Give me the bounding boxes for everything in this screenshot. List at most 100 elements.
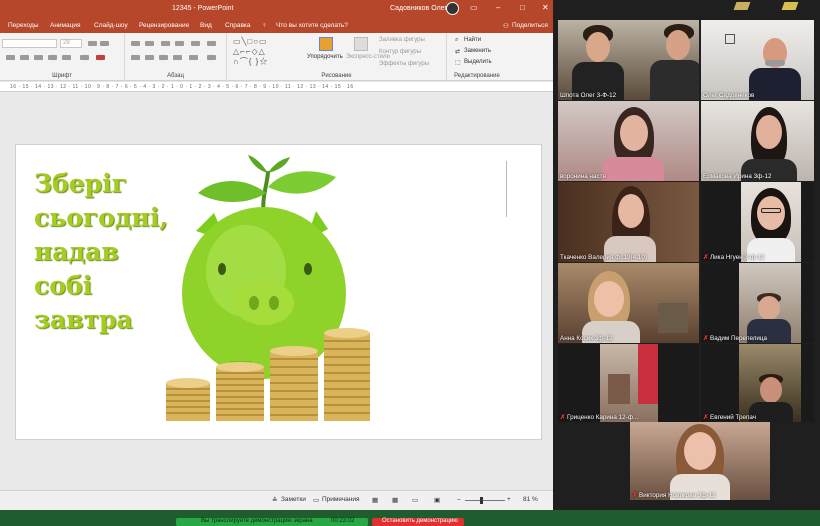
justify-icon[interactable] [173, 55, 182, 60]
muted-mic-icon: ✗ [703, 254, 711, 261]
document-title: 12345 - PowerPoint [172, 5, 234, 12]
participant-tile[interactable]: ✗ Вадим Перепелица [701, 263, 814, 343]
zoom-slider[interactable] [465, 497, 505, 504]
participant-name-text: Евгений Трепач [710, 414, 757, 421]
spacing-icon[interactable] [62, 55, 71, 60]
align-left-icon[interactable] [131, 55, 140, 60]
shape-fill-button[interactable]: Заливка фигуры [379, 37, 425, 43]
comments-button[interactable]: Примечания [322, 496, 360, 503]
slide-line: Зберіг [34, 169, 127, 198]
participant-tile[interactable]: воронина настя [558, 101, 699, 181]
horizontal-ruler: 16 · 15 · 14 · 13 · 12 · 11 · 10 · 9 · 8… [0, 82, 553, 92]
slide-editing-area[interactable]: Зберіг сьогодні, надав собі завтра [0, 92, 553, 490]
strike-icon[interactable] [48, 55, 57, 60]
share-status-bar: Вы транслируете демонстрацию экрана 00:2… [176, 518, 368, 526]
slide[interactable]: Зберіг сьогодні, надав собі завтра [15, 144, 542, 440]
replace-button[interactable]: Заменить [464, 48, 491, 54]
stop-share-label: Остановить демонстрацию [382, 518, 458, 524]
slideshow-view-icon[interactable]: ▣ [434, 496, 440, 504]
reading-view-icon[interactable]: ▭ [412, 496, 418, 504]
participant-tile[interactable]: Шпота Олег 3-Ф-12 [558, 20, 699, 100]
find-button[interactable]: Найти [464, 37, 481, 43]
maximize-icon[interactable]: □ [520, 3, 525, 12]
outdent-icon[interactable] [175, 41, 184, 46]
line-spacing-icon[interactable] [191, 41, 200, 46]
tab-view[interactable]: Вид [200, 22, 212, 29]
close-icon[interactable]: ✕ [542, 3, 549, 12]
participant-name: ✗ Лика Нгуен 3-ф-12 [703, 254, 764, 261]
tell-me-search[interactable]: Что вы хотите сделать? [276, 22, 348, 29]
font-name-select[interactable] [2, 39, 57, 48]
case-icon[interactable] [80, 55, 89, 60]
sorter-view-icon[interactable]: ▩ [392, 496, 398, 504]
align-right-icon[interactable] [159, 55, 168, 60]
shrink-font-icon[interactable] [100, 41, 109, 46]
shape-effects-button[interactable]: Эффекты фигуры [379, 61, 429, 67]
participant-tile[interactable]: Олег Садовников [701, 20, 814, 100]
notes-button[interactable]: Заметки [281, 496, 306, 503]
lightbulb-icon: ♀ [262, 22, 267, 29]
italic-icon[interactable] [20, 55, 29, 60]
smartart-icon[interactable] [207, 55, 216, 60]
participant-tile[interactable]: ✗ Лика Нгуен 3-ф-12 [701, 182, 814, 262]
participant-name: Шпота Олег 3-Ф-12 [560, 92, 617, 99]
user-name[interactable]: Садовников Олег [390, 5, 447, 12]
title-bar: 12345 - PowerPoint Садовников Олег ▭ – □… [0, 0, 553, 18]
slide-line: сьогодні, [34, 203, 169, 232]
arrange-icon[interactable] [319, 37, 333, 51]
numbering-icon[interactable] [145, 41, 154, 46]
muted-mic-icon: ✗ [703, 414, 711, 421]
select-icon: ⬚ [455, 60, 461, 66]
tab-slideshow[interactable]: Слайд-шоу [94, 22, 128, 29]
share-button[interactable]: Поделиться [512, 22, 548, 29]
participant-tile[interactable]: ✗ Гриценко Карина 12-ф... [558, 344, 699, 422]
normal-view-icon[interactable]: ▦ [372, 496, 378, 504]
tab-transitions[interactable]: Переходы [8, 22, 39, 29]
bold-icon[interactable] [6, 55, 15, 60]
ribbon-display-icon[interactable]: ▭ [470, 3, 478, 12]
muted-mic-icon: ✗ [560, 414, 568, 421]
shape-outline-button[interactable]: Контур фигуры [379, 49, 421, 55]
participant-name: Анна Косик 3ф-12 [560, 335, 613, 342]
tab-help[interactable]: Справка [225, 22, 251, 29]
slide-line: надав [34, 237, 119, 266]
editing-group-label: Редактирование [454, 73, 500, 79]
participant-tile[interactable]: ✗ Евгений Трепач [701, 344, 814, 422]
zoom-out-icon[interactable]: – [457, 496, 461, 503]
align-center-icon[interactable] [145, 55, 154, 60]
ribbon: 28 Шрифт Абзац ▭╲□○▭ △⌐⌐◇△ ∩⌒{}☆ Упоряд… [0, 33, 553, 81]
indent-icon[interactable] [161, 41, 170, 46]
grow-font-icon[interactable] [88, 41, 97, 46]
paragraph-group: Абзац [125, 33, 227, 81]
replace-icon: ⇄ [455, 49, 461, 55]
participant-tile[interactable]: ✗ Виктория Новикова 3ф-12 [630, 422, 770, 500]
participant-name: воронина настя [560, 173, 606, 180]
participant-name: ✗ Вадим Перепелица [703, 335, 767, 342]
columns-icon[interactable] [189, 55, 198, 60]
wall-frame [725, 34, 735, 44]
tab-review[interactable]: Рецензирование [139, 22, 189, 29]
font-color-icon[interactable] [96, 55, 105, 60]
bullets-icon[interactable] [131, 41, 140, 46]
text-cursor-placeholder [506, 161, 507, 217]
window-corner-decoration [781, 2, 799, 10]
zoom-level[interactable]: 81 % [523, 496, 538, 503]
stop-share-button[interactable]: Остановить демонстрацию [372, 518, 464, 526]
font-size-select[interactable]: 28 [60, 39, 82, 48]
arrange-button[interactable]: Упорядочить [307, 54, 343, 60]
text-direction-icon[interactable] [207, 41, 216, 46]
participant-tile[interactable]: Ткаченко Валерия фс19(4.10) [558, 182, 699, 262]
zoom-in-icon[interactable]: + [507, 496, 511, 503]
select-button[interactable]: Выделить [464, 59, 492, 65]
tab-animation[interactable]: Анимация [50, 22, 81, 29]
participant-name: ✗ Евгений Трепач [703, 414, 756, 421]
underline-icon[interactable] [34, 55, 43, 60]
quick-styles-icon[interactable] [354, 37, 368, 51]
slide-title-text[interactable]: Зберіг сьогодні, надав собі завтра [34, 167, 168, 337]
shapes-gallery[interactable]: ▭╲□○▭ △⌐⌐◇△ ∩⌒{ }☆ [233, 37, 299, 69]
minimize-icon[interactable]: – [496, 3, 500, 12]
avatar[interactable] [446, 2, 459, 15]
participant-tile[interactable]: Ермакова Ирина 3ф-12 [701, 101, 814, 181]
participant-tile[interactable]: Анна Косик 3ф-12 [558, 263, 699, 343]
piggy-bank-image [166, 155, 370, 421]
